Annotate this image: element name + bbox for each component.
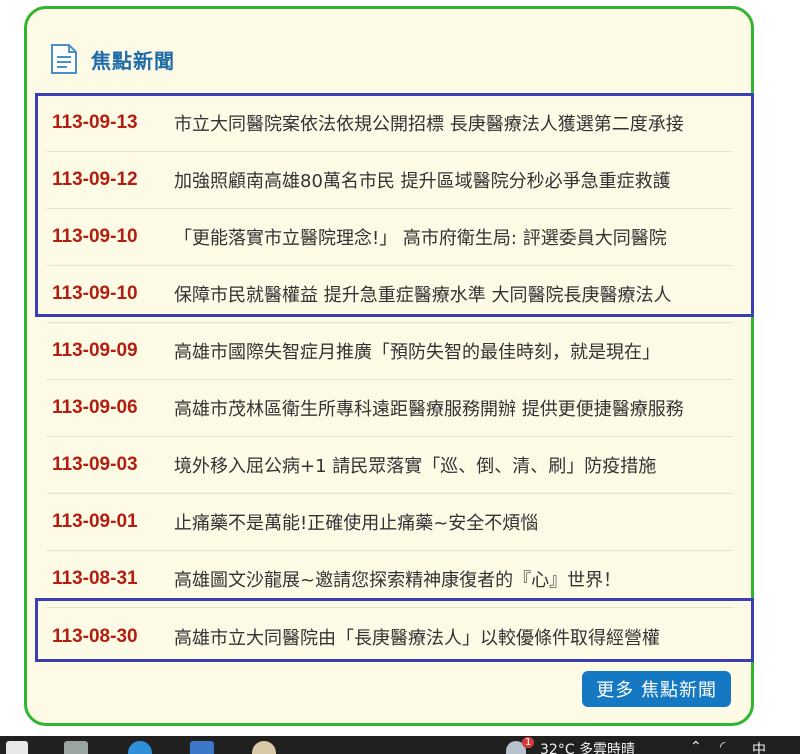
news-date: 113-09-06 xyxy=(52,397,138,418)
news-title-link[interactable]: 高雄圖文沙龍展~邀請您探索精神康復者的『心』世界！ xyxy=(174,566,733,592)
taskbar: 1 32°C 多雲時晴 ⌃ ◜ 中 xyxy=(0,736,800,754)
news-item[interactable]: 113-09-13 市立大同醫院案依法依規公開招標 長庚醫療法人獲選第二度承接 xyxy=(47,95,733,152)
news-item[interactable]: 113-09-09 高雄市國際失智症月推廣「預防失智的最佳時刻，就是現在」 xyxy=(47,323,733,380)
ime-indicator[interactable]: 中 xyxy=(752,739,766,754)
network-icon[interactable]: ◜ xyxy=(720,739,725,754)
panel-header: 焦點新聞 xyxy=(49,41,175,77)
news-item[interactable]: 113-08-30 高雄市立大同醫院由「長庚醫療法人」以較優條件取得經營權 xyxy=(47,608,733,665)
news-title-link[interactable]: 「更能落實市立醫院理念!」 高市府衛生局: 評選委員大同醫院 xyxy=(174,224,733,250)
calendar-app-icon[interactable] xyxy=(190,741,214,754)
news-item[interactable]: 113-09-10 保障市民就醫權益 提升急重症醫療水準 大同醫院長庚醫療法人 xyxy=(47,266,733,323)
news-title-link[interactable]: 市立大同醫院案依法依規公開招標 長庚醫療法人獲選第二度承接 xyxy=(174,110,733,136)
notification-badge: 1 xyxy=(522,737,535,748)
mail-icon[interactable] xyxy=(6,741,28,754)
focus-news-panel: 焦點新聞 113-09-13 市立大同醫院案依法依規公開招標 長庚醫療法人獲選第… xyxy=(24,6,754,726)
building-app-icon[interactable] xyxy=(64,741,88,754)
news-item[interactable]: 113-09-01 止痛藥不是萬能!正確使用止痛藥~安全不煩惱 xyxy=(47,494,733,551)
news-date: 113-09-09 xyxy=(52,340,138,361)
news-date: 113-08-30 xyxy=(52,625,138,647)
news-item[interactable]: 113-09-03 境外移入屈公病+1 請民眾落實「巡、倒、清、刷」防疫措施 xyxy=(47,437,733,494)
more-news-button[interactable]: 更多 焦點新聞 xyxy=(582,671,731,707)
edge-browser-icon[interactable] xyxy=(128,741,152,754)
news-title-link[interactable]: 境外移入屈公病+1 請民眾落實「巡、倒、清、刷」防疫措施 xyxy=(174,452,733,478)
news-date: 113-09-01 xyxy=(52,511,138,532)
news-title-link[interactable]: 高雄市立大同醫院由「長庚醫療法人」以較優條件取得經營權 xyxy=(174,624,733,650)
news-item[interactable]: 113-08-31 高雄圖文沙龍展~邀請您探索精神康復者的『心』世界！ xyxy=(47,551,733,608)
news-document-icon xyxy=(49,43,79,75)
news-date: 113-09-10 xyxy=(52,226,138,247)
news-title-link[interactable]: 高雄市茂林區衛生所專科遠距醫療服務開辦 提供更便捷醫療服務 xyxy=(174,395,733,421)
news-item[interactable]: 113-09-10 「更能落實市立醫院理念!」 高市府衛生局: 評選委員大同醫院 xyxy=(47,209,733,266)
news-date: 113-09-13 xyxy=(52,112,138,133)
news-title-link[interactable]: 加強照顧南高雄80萬名市民 提升區域醫院分秒必爭急重症救護 xyxy=(174,167,733,193)
news-item[interactable]: 113-09-06 高雄市茂林區衛生所專科遠距醫療服務開辦 提供更便捷醫療服務 xyxy=(47,380,733,437)
news-date: 113-09-12 xyxy=(52,169,138,190)
panel-title: 焦點新聞 xyxy=(91,48,175,73)
news-date: 113-09-03 xyxy=(52,454,138,475)
chevron-up-icon[interactable]: ⌃ xyxy=(690,739,702,754)
news-title-link[interactable]: 高雄市國際失智症月推廣「預防失智的最佳時刻，就是現在」 xyxy=(174,338,733,364)
news-date: 113-09-10 xyxy=(52,283,138,304)
news-title-link[interactable]: 保障市民就醫權益 提升急重症醫療水準 大同醫院長庚醫療法人 xyxy=(174,281,733,307)
news-item[interactable]: 113-09-12 加強照顧南高雄80萬名市民 提升區域醫院分秒必爭急重症救護 xyxy=(47,152,733,209)
news-date: 113-08-31 xyxy=(52,568,138,589)
paint-app-icon[interactable] xyxy=(252,741,276,754)
weather-text[interactable]: 32°C 多雲時晴 xyxy=(540,739,635,754)
news-title-link[interactable]: 止痛藥不是萬能!正確使用止痛藥~安全不煩惱 xyxy=(174,509,733,535)
news-list: 113-09-13 市立大同醫院案依法依規公開招標 長庚醫療法人獲選第二度承接 … xyxy=(47,95,733,665)
